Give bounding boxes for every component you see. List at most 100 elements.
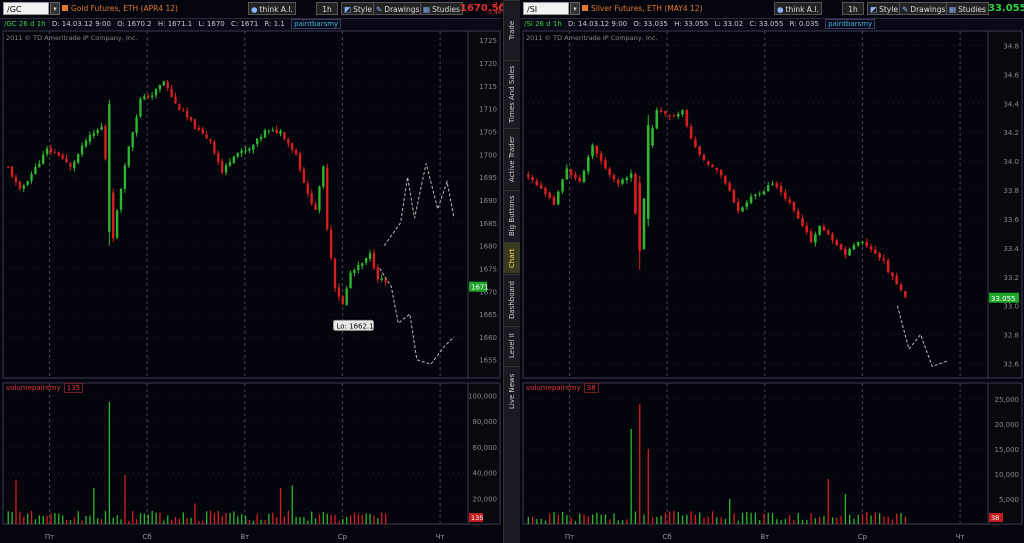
tab-trade[interactable]: Trade bbox=[504, 0, 520, 59]
candle-body bbox=[256, 138, 259, 144]
volume-tick-label: 40,000 bbox=[473, 470, 498, 478]
candle-body bbox=[702, 154, 706, 161]
volume-bar bbox=[178, 518, 181, 524]
volume-bar bbox=[73, 517, 76, 524]
volume-bar bbox=[97, 518, 99, 524]
x-tick-label: Сб bbox=[143, 533, 152, 541]
candle-body bbox=[599, 153, 603, 161]
candle-body bbox=[30, 173, 33, 181]
candle-body bbox=[310, 193, 313, 205]
candle-body bbox=[368, 253, 372, 259]
x-tick-label: Чт bbox=[436, 533, 445, 541]
volume-bar bbox=[167, 515, 169, 524]
candle-body bbox=[84, 140, 88, 147]
tab-level-ii[interactable]: Level II bbox=[504, 326, 520, 365]
volume-bar bbox=[182, 512, 184, 524]
candle-body bbox=[209, 139, 212, 142]
candle-body bbox=[143, 96, 146, 99]
candle-body bbox=[604, 160, 607, 169]
volume-bar bbox=[579, 513, 581, 524]
candle-body bbox=[170, 88, 173, 97]
volume-bar bbox=[896, 513, 898, 524]
volume-bar bbox=[62, 515, 64, 524]
candle-body bbox=[18, 181, 22, 189]
candle-body bbox=[809, 231, 813, 242]
candle-body bbox=[771, 183, 774, 185]
candle-body bbox=[236, 153, 239, 157]
silver-chart-svg[interactable]: Пт Сб Вт Ср Чт 32.6 32.8 33.0 33.2 33.4 33.6 33.8 34… bbox=[520, 0, 1024, 543]
volume-bar bbox=[334, 515, 336, 524]
tab-active-trader[interactable]: Active Trader bbox=[504, 128, 520, 189]
volume-bar bbox=[776, 519, 778, 524]
volume-bar bbox=[874, 512, 877, 524]
candle-body bbox=[792, 201, 796, 211]
volume-bar bbox=[596, 512, 598, 524]
candle-body bbox=[655, 110, 659, 129]
candle-body bbox=[895, 275, 899, 285]
tab-chart[interactable]: Chart bbox=[504, 242, 520, 273]
candle-body bbox=[865, 242, 869, 247]
y-tick-label: 1680 bbox=[479, 243, 497, 251]
candle-body bbox=[625, 177, 629, 180]
candle-body bbox=[213, 141, 216, 153]
candle-body bbox=[745, 202, 749, 207]
y-tick-label: 33.2 bbox=[1003, 274, 1019, 282]
candle-body bbox=[127, 146, 130, 166]
volume-bar bbox=[527, 516, 529, 524]
candle-body bbox=[38, 163, 41, 168]
volume-bar bbox=[159, 512, 161, 524]
tab-dashboard[interactable]: Dashboard bbox=[504, 274, 520, 325]
volume-bar bbox=[221, 515, 223, 524]
candle-body bbox=[582, 171, 586, 183]
volume-bar bbox=[673, 510, 675, 524]
volume-bar bbox=[384, 513, 387, 524]
y-tick-label: 34.0 bbox=[1003, 158, 1019, 166]
low-marker-text: Lo: 1662.1 bbox=[336, 322, 373, 330]
candle-body bbox=[279, 130, 282, 134]
volume-tick-label: 15,000 bbox=[995, 446, 1020, 454]
volume-bar bbox=[279, 488, 282, 524]
y-tick-label: 1710 bbox=[479, 106, 497, 114]
volume-bar bbox=[42, 516, 44, 524]
y-tick-label: 32.6 bbox=[1003, 361, 1019, 369]
candle-body bbox=[80, 145, 84, 154]
volume-bar bbox=[656, 517, 658, 524]
candle-body bbox=[805, 225, 809, 233]
volume-bar bbox=[866, 511, 868, 524]
candle-body bbox=[193, 119, 197, 129]
candle-body bbox=[22, 185, 25, 189]
volume-tick-label: 5,000 bbox=[999, 496, 1019, 504]
volume-bar bbox=[870, 515, 872, 524]
x-tick-label: Чт bbox=[956, 533, 965, 541]
volume-bar bbox=[861, 514, 864, 524]
candle-body bbox=[861, 241, 864, 243]
volume-bar bbox=[561, 511, 564, 524]
gold-chart-svg[interactable]: Пт Сб Вт Ср Чт165516601665167016751680168516… bbox=[0, 0, 502, 543]
candle-body bbox=[904, 291, 907, 297]
candle-body bbox=[166, 81, 169, 89]
price-plot-frame bbox=[522, 30, 989, 379]
candle-body bbox=[205, 134, 208, 139]
candle-body bbox=[283, 131, 286, 140]
volume-bar bbox=[233, 511, 235, 524]
candle-body bbox=[345, 288, 348, 306]
volume-bar bbox=[147, 514, 149, 524]
candle-body bbox=[831, 233, 834, 241]
tab-times-and-sales[interactable]: Times And Sales bbox=[504, 60, 520, 127]
candle-body bbox=[591, 145, 594, 157]
volume-bar bbox=[651, 517, 654, 524]
volume-tick-label: 20,000 bbox=[473, 495, 498, 503]
volume-bar bbox=[591, 514, 594, 524]
y-tick-label: 1700 bbox=[479, 151, 497, 159]
candle-body bbox=[711, 164, 714, 168]
tab-live-news[interactable]: Live News bbox=[504, 366, 520, 415]
candle-body bbox=[34, 166, 37, 175]
candle-body bbox=[329, 229, 333, 258]
candle-body bbox=[45, 148, 49, 155]
candle-body bbox=[869, 246, 873, 250]
y-tick-label: 34.8 bbox=[1003, 42, 1019, 50]
volume-bar bbox=[587, 516, 589, 524]
volume-bar bbox=[124, 475, 126, 524]
volume-bar bbox=[50, 513, 52, 524]
tab-big-buttons[interactable]: Big Buttons bbox=[504, 190, 520, 241]
